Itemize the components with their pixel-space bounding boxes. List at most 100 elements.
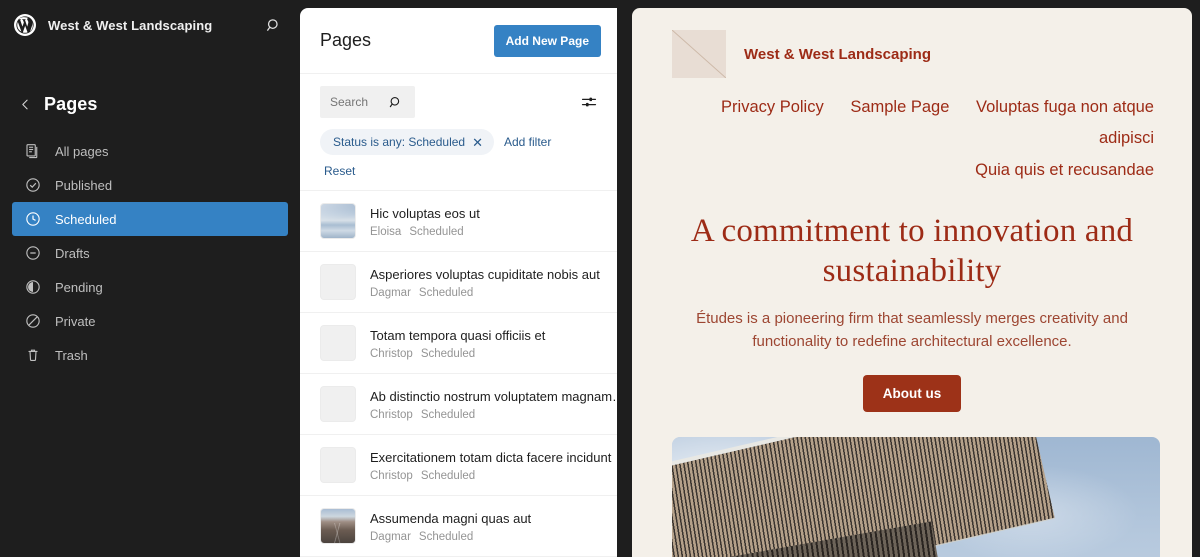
- published-check-icon: [24, 176, 42, 194]
- pending-icon: [24, 278, 42, 296]
- status-filter-chip-label: Status is any: Scheduled: [333, 135, 466, 149]
- preview-nav-link-voluptas[interactable]: Voluptas fuga non atque adipisci: [976, 98, 1154, 147]
- list-item-author: Dagmar: [370, 286, 411, 299]
- preview-brand-name: West & West Landscaping: [744, 45, 931, 63]
- status-badge: Scheduled: [420, 347, 476, 360]
- active-filters-row: Status is any: Scheduled ✕ Add filter: [320, 129, 601, 155]
- list-item-text: Totam tempora quasi officiis et Christop…: [370, 327, 601, 360]
- list-item-meta: Eloisa Scheduled: [370, 226, 601, 238]
- admin-sidebar: West & West Landscaping Pages All pages …: [0, 0, 300, 557]
- sidebar-nav-header: Pages: [0, 88, 300, 120]
- preview-nav-link-privacy-policy[interactable]: Privacy Policy: [721, 98, 824, 116]
- sidebar-item-label: Trash: [55, 347, 88, 363]
- pages-icon: [24, 142, 42, 160]
- list-item-meta: Christop Scheduled: [370, 409, 601, 421]
- list-item-author: Eloisa: [370, 225, 402, 238]
- search-icon[interactable]: [262, 14, 284, 36]
- list-item[interactable]: Asperiores voluptas cupiditate nobis aut…: [300, 252, 617, 313]
- site-preview-panel[interactable]: West & West Landscaping Privacy Policy S…: [632, 8, 1192, 557]
- list-item-text: Hic voluptas eos ut Eloisa Scheduled: [370, 205, 601, 238]
- wordpress-logo-icon[interactable]: [14, 14, 36, 36]
- list-item-meta: Dagmar Scheduled: [370, 287, 601, 299]
- pages-list: Hic voluptas eos ut Eloisa Scheduled Asp…: [300, 191, 617, 557]
- list-item-text: Assumenda magni quas aut Dagmar Schedule…: [370, 510, 601, 543]
- status-badge: Scheduled: [420, 408, 476, 421]
- list-item[interactable]: Ab distinctio nostrum voluptatem magnam……: [300, 374, 617, 435]
- draft-icon: [24, 244, 42, 262]
- add-filter-button[interactable]: Add filter: [504, 135, 551, 149]
- list-item-title: Hic voluptas eos ut: [370, 205, 480, 221]
- sidebar-item-label: Private: [55, 313, 96, 329]
- status-badge: Scheduled: [418, 286, 474, 299]
- list-item-title: Ab distinctio nostrum voluptatem magnam…: [370, 388, 617, 404]
- preview-hero: A commitment to innovation and sustainab…: [632, 186, 1192, 413]
- sidebar-item-pending[interactable]: Pending: [12, 270, 288, 304]
- list-item-title: Totam tempora quasi officiis et: [370, 327, 546, 343]
- sidebar-item-all-pages[interactable]: All pages: [12, 134, 288, 168]
- preview-heading: A commitment to innovation and sustainab…: [690, 213, 1134, 289]
- chevron-left-icon[interactable]: [18, 94, 32, 114]
- status-badge: Scheduled: [420, 469, 476, 482]
- search-input-wrapper[interactable]: [320, 86, 415, 118]
- trash-icon: [24, 346, 42, 364]
- sidebar-item-label: Published: [55, 177, 113, 193]
- list-item-meta: Christop Scheduled: [370, 470, 601, 482]
- wordpress-admin-app: West & West Landscaping Pages All pages …: [0, 0, 1200, 557]
- sidebar-nav-title: Pages: [44, 93, 98, 114]
- list-item-text: Ab distinctio nostrum voluptatem magnam……: [370, 388, 617, 421]
- list-item-author: Christop: [370, 408, 413, 421]
- preview-nav-link-sample-page[interactable]: Sample Page: [850, 98, 949, 116]
- sidebar-item-private[interactable]: Private: [12, 304, 288, 338]
- status-filter-chip[interactable]: Status is any: Scheduled ✕: [320, 129, 494, 155]
- page-thumbnail: [320, 508, 356, 544]
- about-us-button[interactable]: About us: [862, 375, 962, 413]
- search-input[interactable]: [330, 95, 382, 109]
- private-icon: [24, 312, 42, 330]
- reset-filters-button[interactable]: Reset: [324, 164, 355, 178]
- list-item[interactable]: Exercitationem totam dicta facere incidu…: [300, 435, 617, 496]
- sidebar-item-scheduled[interactable]: Scheduled: [12, 202, 288, 236]
- list-item-meta: Dagmar Scheduled: [370, 531, 601, 543]
- status-badge: Scheduled: [418, 530, 474, 543]
- page-thumbnail: [320, 203, 356, 239]
- sidebar-item-label: Scheduled: [55, 211, 117, 227]
- status-badge: Scheduled: [409, 225, 464, 238]
- filters-area: Status is any: Scheduled ✕ Add filter Re…: [300, 74, 617, 191]
- search-icon: [388, 95, 403, 110]
- list-item-author: Christop: [370, 469, 413, 482]
- list-item[interactable]: Totam tempora quasi officiis et Christop…: [300, 313, 617, 374]
- list-item-text: Exercitationem totam dicta facere incidu…: [370, 449, 611, 482]
- list-item[interactable]: Hic voluptas eos ut Eloisa Scheduled: [300, 191, 617, 252]
- list-item[interactable]: Assumenda magni quas aut Dagmar Schedule…: [300, 496, 617, 557]
- list-item-text: Asperiores voluptas cupiditate nobis aut…: [370, 266, 601, 299]
- list-item-title: Asperiores voluptas cupiditate nobis aut: [370, 266, 600, 282]
- page-thumbnail: [320, 325, 356, 361]
- sidebar-item-trash[interactable]: Trash: [12, 338, 288, 372]
- preview-nav-row-2: Quia quis et recusandae: [672, 155, 1154, 186]
- sidebar-item-label: Pending: [55, 279, 103, 295]
- sidebar-item-label: All pages: [55, 143, 109, 159]
- preview-nav-link-quia[interactable]: Quia quis et recusandae: [975, 161, 1154, 179]
- sidebar-item-label: Drafts: [55, 245, 90, 261]
- page-thumbnail: [320, 447, 356, 483]
- clock-icon: [24, 210, 42, 228]
- page-thumbnail: [320, 386, 356, 422]
- preview-nav: Privacy Policy Sample Page Voluptas fuga…: [672, 92, 1160, 186]
- sidebar-nav-list: All pages Published Scheduled Drafts Pen…: [0, 134, 300, 372]
- sidebar-item-published[interactable]: Published: [12, 168, 288, 202]
- list-item-meta: Christop Scheduled: [370, 348, 601, 360]
- list-item-title: Exercitationem totam dicta facere incidu…: [370, 449, 612, 465]
- add-new-page-button[interactable]: Add New Page: [493, 24, 601, 57]
- page-thumbnail: [320, 264, 356, 300]
- list-item-author: Dagmar: [370, 530, 411, 543]
- preview-hero-image: [672, 437, 1160, 557]
- list-panel-header: Pages Add New Page: [300, 8, 617, 74]
- site-title: West & West Landscaping: [48, 17, 213, 33]
- site-header: West & West Landscaping: [0, 0, 300, 50]
- close-icon[interactable]: ✕: [472, 136, 483, 149]
- sliders-icon[interactable]: [577, 90, 601, 114]
- sidebar-item-drafts[interactable]: Drafts: [12, 236, 288, 270]
- list-item-title: Assumenda magni quas aut: [370, 510, 532, 526]
- page-title: Pages: [320, 30, 372, 50]
- pages-list-panel: Pages Add New Page Search Status is any:…: [300, 8, 617, 557]
